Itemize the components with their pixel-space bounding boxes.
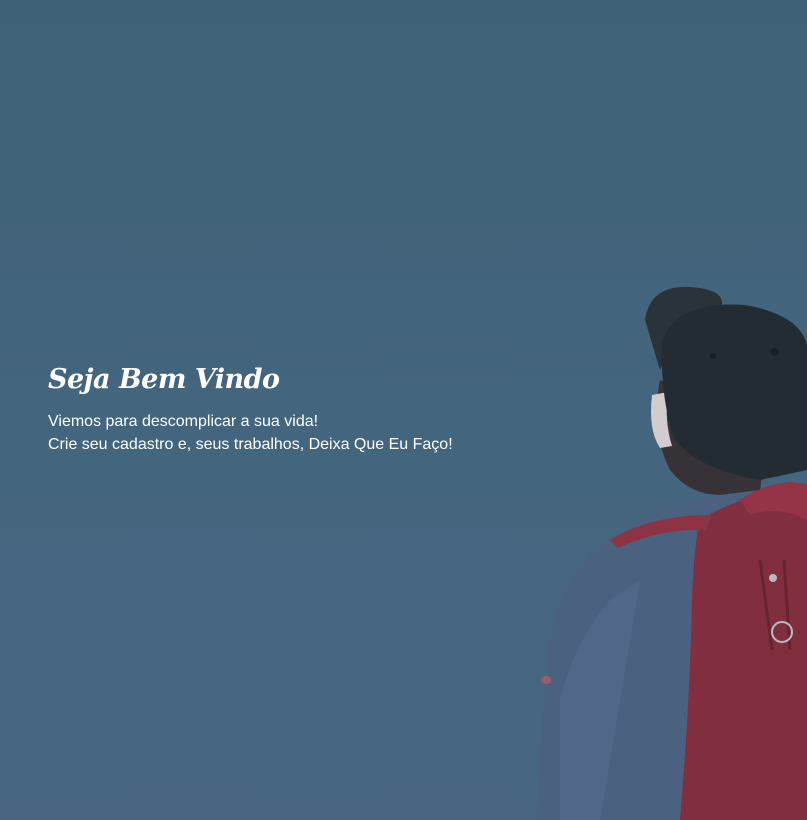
hero-subtitle-line-2: Crie seu cadastro e, seus trabalhos, Dei…	[48, 436, 453, 453]
hero-subtitle-line-1: Viemos para descomplicar a sua vida!	[48, 413, 319, 430]
hero-title: Seja Bem Vindo	[48, 364, 280, 395]
hero-text-block: Seja Bem Vindo Viemos para descomplicar …	[48, 362, 528, 456]
hero-section: Seja Bem Vindo Viemos para descomplicar …	[0, 0, 807, 820]
